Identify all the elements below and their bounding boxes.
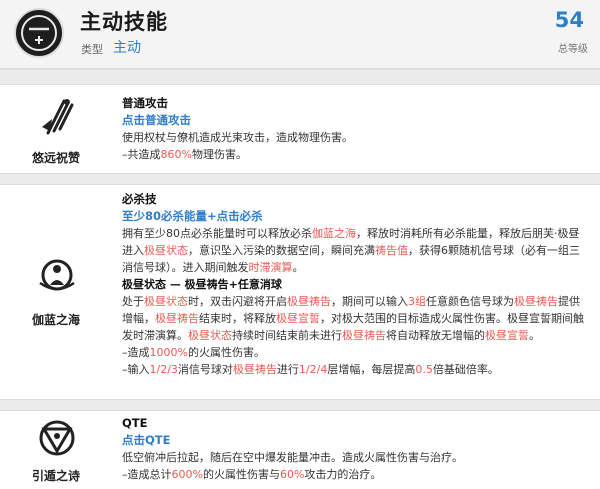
skill-desc-text: 低空俯冲后拉起，随后在空中爆发能量冲击。造成火属性伤害与治疗。 (122, 451, 463, 464)
damage-prefix: –造成 (122, 346, 150, 359)
highlight-term: 3组 (408, 295, 426, 308)
highlight-term: 600% (171, 468, 203, 481)
text-segment: 倍基础倍率。 (432, 363, 499, 376)
active-skill-icon (14, 8, 64, 58)
highlight-term: 极昼状态 (144, 244, 188, 257)
type-label: 类型 (81, 43, 103, 56)
section-divider (0, 69, 600, 85)
ultimate-desc-paragraph: 拥有至少80点必杀能量时可以释放必杀伽蓝之海，释放时消耗所有必杀能量，释放后朋芙… (122, 225, 590, 276)
skill-type-title: QTE (122, 416, 148, 430)
highlight-term: 极昼状态 (144, 295, 188, 308)
damage-value: 860% (160, 148, 192, 161)
skill-section-ultimate: 伽蓝之海 必杀技 至少80必杀能量+点击必杀 拥有至少80点必杀能量时可以释放必… (0, 185, 600, 399)
ring-figure-icon (34, 253, 80, 299)
highlight-term: 伽蓝之海 (312, 227, 356, 240)
text-segment: 将自动释放无增幅的 (386, 329, 485, 342)
highlight-term: 极昼宣誓 (485, 329, 529, 342)
skill-desc-text: 使用权杖与僚机造成光束攻击，造成物理伤害。 (122, 131, 353, 144)
damage-line: –共造成860%物理伤害。 (122, 146, 590, 163)
damage-line: –造成总计600%的火属性伤害与60%攻击力的治疗。 (122, 466, 590, 483)
highlight-term: 极昼宣誓 (276, 312, 320, 325)
type-value: 主动 (113, 40, 141, 56)
highlight-term: 祷告值 (375, 244, 408, 257)
highlight-term: 极昼祷告 (514, 295, 558, 308)
skill-name: 伽蓝之海 (31, 313, 80, 327)
skill-name: 引遁之诗 (31, 469, 80, 483)
damage-value: 1000% (149, 346, 188, 359)
text-segment: 持续时间结束前未进行 (232, 329, 342, 342)
highlight-term: 60% (279, 468, 305, 481)
section-divider (0, 173, 600, 185)
text-segment: 任意颜色信号球为 (426, 295, 514, 308)
skill-icon-column: 伽蓝之海 (0, 185, 112, 399)
highlight-term: 极昼祷告 (232, 363, 277, 376)
damage-prefix: –共造成 (122, 148, 161, 161)
damage-suffix: 物理伤害。 (191, 148, 247, 161)
highlight-term: 极昼祷告 (287, 295, 331, 308)
text-segment: 。 (529, 329, 540, 342)
skill-header: 主动技能 类型 主动 54 总等级 (0, 0, 600, 69)
text-segment: 结束时，将释放 (199, 312, 276, 325)
highlight-term: 极昼状态 (188, 329, 232, 342)
text-segment: ，期间可以输入 (331, 295, 408, 308)
text-segment: 时，双击闪避将开启 (188, 295, 287, 308)
highlight-term: 极昼祷告 (342, 329, 386, 342)
skill-name: 悠远祝赞 (31, 151, 80, 165)
total-level-label: 总等级 (558, 44, 588, 55)
text-segment: 消信号球对 (177, 363, 233, 376)
highlight-term: 时滞演算 (248, 261, 293, 274)
text-segment: 进行 (276, 363, 299, 376)
skill-icon-column: 悠远祝赞 (0, 85, 112, 173)
section-divider (0, 399, 600, 411)
highlight-term: 1/2/3 (149, 363, 178, 376)
state-title: 极昼状态 — 极昼祷告+任意消球 (122, 276, 590, 293)
skill-command: 点击普通攻击 (122, 113, 191, 127)
text-segment: 层增幅，每层提高 (327, 363, 416, 376)
text-segment: 。 (292, 261, 304, 274)
damage-suffix: 的火属性伤害。 (187, 346, 265, 359)
text-segment: 攻击力的治疗。 (304, 468, 382, 481)
text-segment: 处于 (122, 295, 144, 308)
text-segment: –输入 (122, 363, 150, 376)
skill-type-title: 必杀技 (122, 192, 157, 206)
triangle-sigil-icon (34, 415, 80, 461)
state-title-text: 极昼状态 — 极昼祷告+任意消球 (122, 278, 282, 291)
amplify-line: –输入1/2/3消信号球对极昼祷告进行1/2/4层增幅，每层提高0.5倍基础倍率… (122, 361, 590, 378)
damage-line: –造成1000%的火属性伤害。 (122, 344, 590, 361)
highlight-term: 1/2/4 (298, 363, 328, 376)
skill-description: QTE 点击QTE 低空俯冲后拉起，随后在空中爆发能量冲击。造成火属性伤害与治疗… (122, 415, 590, 483)
skill-command: 至少80必杀能量+点击必杀 (122, 209, 263, 223)
skill-description: 必杀技 至少80必杀能量+点击必杀 拥有至少80点必杀能量时可以释放必杀伽蓝之海… (122, 191, 590, 378)
skill-command: 点击QTE (122, 433, 171, 447)
page-title: 主动技能 (80, 10, 168, 34)
skill-type-title: 普通攻击 (122, 96, 168, 110)
highlight-term: 极昼祷告 (155, 312, 199, 325)
text-segment: 拥有至少80点必杀能量时可以释放必杀 (122, 227, 312, 240)
total-level: 54 (554, 8, 584, 32)
skill-icon-column: 引遁之诗 (0, 411, 112, 489)
highlight-term: 0.5 (415, 363, 433, 376)
staff-cross-icon (34, 93, 80, 139)
text-segment: –造成总计 (122, 468, 172, 481)
text-segment: 的火属性伤害与 (202, 468, 280, 481)
state-desc-paragraph: 处于极昼状态时，双击闪避将开启极昼祷告，期间可以输入3组任意颜色信号球为极昼祷告… (122, 293, 590, 344)
skill-description: 普通攻击 点击普通攻击 使用权杖与僚机造成光束攻击，造成物理伤害。 –共造成86… (122, 95, 590, 163)
text-segment: ，意识坠入污染的数据空间，瞬间充满 (188, 244, 375, 257)
skill-section-normal-attack: 悠远祝赞 普通攻击 点击普通攻击 使用权杖与僚机造成光束攻击，造成物理伤害。 –… (0, 85, 600, 173)
skill-section-qte: 引遁之诗 QTE 点击QTE 低空俯冲后拉起，随后在空中爆发能量冲击。造成火属性… (0, 411, 600, 489)
